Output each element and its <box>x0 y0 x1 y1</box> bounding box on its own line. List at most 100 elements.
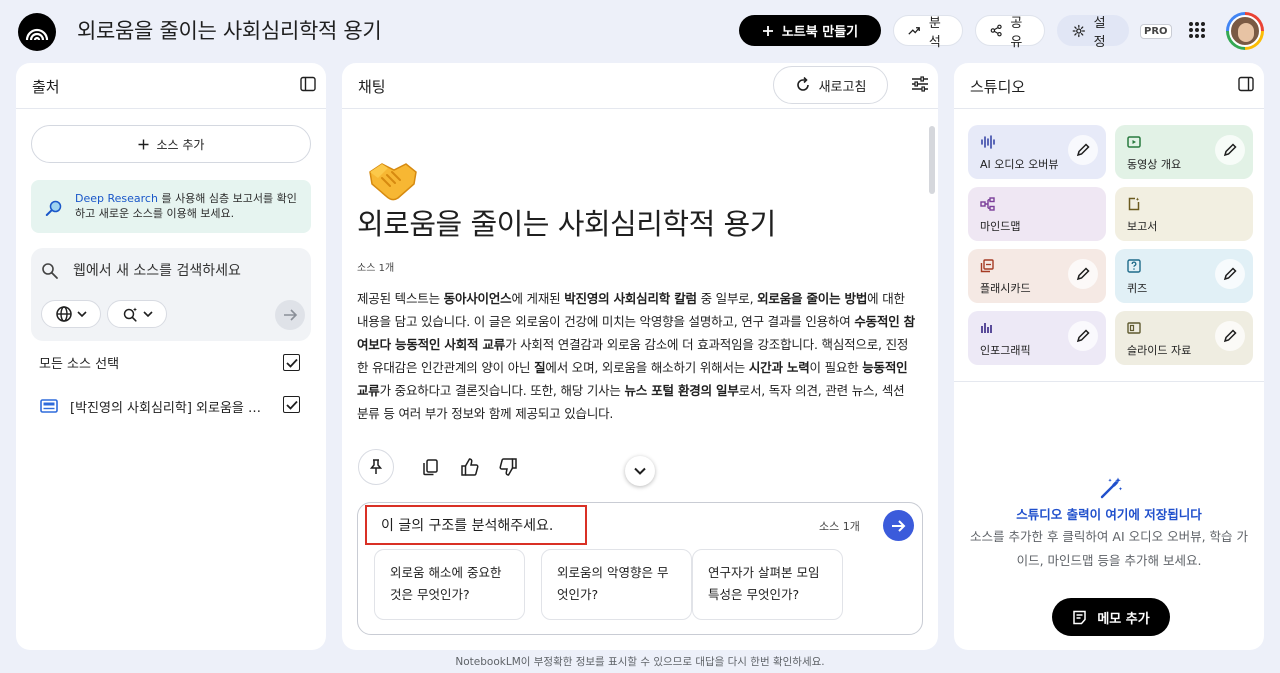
studio-card-mindmap[interactable]: 마인드맵 <box>968 187 1106 241</box>
studio-card-slides[interactable]: 슬라이드 자료 <box>1115 311 1253 365</box>
panel-divider <box>342 108 938 109</box>
studio-card-label: 보고서 <box>1127 220 1158 233</box>
edit-pencil-button[interactable] <box>1068 259 1098 289</box>
audio-waveform-icon <box>980 135 996 149</box>
trending-up-icon <box>908 26 920 35</box>
studio-panel-title: 스튜디오 <box>970 78 1026 96</box>
collapse-sources-panel-icon[interactable] <box>300 76 316 92</box>
user-avatar[interactable] <box>1226 12 1264 50</box>
panel-divider <box>954 108 1264 109</box>
source-name: [박진영의 사회심리학] 외로움을 줄이는 사회심리학적 용기 <box>70 400 266 416</box>
summary-text: 가 중요하다고 결론짓습니다. 또한, 해당 기사는 <box>379 383 625 398</box>
studio-card-infographic[interactable]: 인포그래픽 <box>968 311 1106 365</box>
studio-card-label: AI 오디오 오버뷰 <box>980 158 1059 171</box>
chevron-down-icon <box>142 311 153 318</box>
summary-text: 제공된 텍스트는 <box>357 291 444 306</box>
refresh-label: 새로고침 <box>818 79 867 95</box>
refresh-button[interactable]: 새로고침 <box>773 66 888 104</box>
thumbs-up-button[interactable] <box>452 449 488 485</box>
handshake-emoji-icon <box>368 158 418 202</box>
deep-research-link[interactable]: Deep Research <box>75 192 158 205</box>
suggested-question[interactable]: 외로움 해소에 중요한 것은 무엇인가? <box>374 549 525 620</box>
plus-icon <box>762 25 773 36</box>
pro-badge: PRO <box>1140 24 1172 39</box>
add-source-label: 소스 추가 <box>156 137 205 152</box>
panel-divider <box>16 108 326 109</box>
notebook-summary: 제공된 텍스트는 동아사이언스에 게재된 박진영의 사회심리학 칼럼 중 일부로… <box>357 287 917 425</box>
analyze-button[interactable]: 분석 <box>893 15 963 50</box>
edit-pencil-button[interactable] <box>1215 135 1245 165</box>
copy-button[interactable] <box>412 449 448 485</box>
web-source-search-input[interactable] <box>73 260 298 282</box>
select-all-sources-checkbox[interactable] <box>283 354 300 371</box>
apps-grid-icon[interactable] <box>1188 21 1206 39</box>
chevron-down-icon <box>76 311 87 318</box>
summary-emphasis: 동아사이언스 <box>443 291 512 306</box>
sources-panel-title: 출처 <box>32 78 60 96</box>
save-to-note-button[interactable] <box>358 449 394 485</box>
pencil-icon <box>1076 143 1090 157</box>
edit-pencil-button[interactable] <box>1215 259 1245 289</box>
submit-search-button[interactable] <box>275 300 305 330</box>
add-source-button[interactable]: 소스 추가 <box>31 125 311 163</box>
chat-message-input[interactable] <box>365 505 587 545</box>
deep-research-text: Deep Research 를 사용해 심층 보고서를 확인하고 새로운 소스를… <box>75 192 297 220</box>
pencil-icon <box>1223 143 1237 157</box>
studio-card-label: 퀴즈 <box>1127 282 1148 295</box>
slides-icon <box>1127 321 1141 335</box>
sources-panel: 출처 소스 추가 Deep Research 를 사용해 심층 보고서를 확인하… <box>16 63 326 650</box>
chevron-down-icon <box>634 467 646 475</box>
suggested-question[interactable]: 연구자가 살펴본 모임 특성은 무엇인가? <box>692 549 843 620</box>
report-icon <box>1127 197 1141 211</box>
deep-research-banner[interactable]: Deep Research 를 사용해 심층 보고서를 확인하고 새로운 소스를… <box>31 180 311 233</box>
web-source-type-dropdown[interactable] <box>41 300 101 328</box>
add-memo-button[interactable]: 메모 추가 <box>1052 598 1170 636</box>
flashcard-icon <box>980 259 994 273</box>
note-icon <box>1073 610 1087 624</box>
create-notebook-button[interactable]: 노트북 만들기 <box>739 15 881 46</box>
pencil-icon <box>1223 329 1237 343</box>
copy-icon <box>423 459 438 476</box>
collapse-studio-panel-icon[interactable] <box>1238 76 1254 92</box>
share-button[interactable]: 공유 <box>975 15 1045 50</box>
studio-card-audio-overview[interactable]: AI 오디오 오버뷰 <box>968 125 1106 179</box>
pencil-icon <box>1223 267 1237 281</box>
avatar-photo <box>1229 15 1261 47</box>
edit-pencil-button[interactable] <box>1068 135 1098 165</box>
studio-divider <box>954 381 1264 382</box>
scroll-to-bottom-button[interactable] <box>625 456 655 486</box>
studio-card-report[interactable]: 보고서 <box>1115 187 1253 241</box>
source-checkbox[interactable] <box>283 396 300 413</box>
checkmark-icon <box>285 358 298 368</box>
pencil-icon <box>1076 267 1090 281</box>
refresh-icon <box>796 77 809 91</box>
settings-button[interactable]: 설정 <box>1057 15 1129 50</box>
plus-icon <box>138 139 148 149</box>
studio-card-video-overview[interactable]: 동영상 개요 <box>1115 125 1253 179</box>
notebook-title[interactable]: 외로움을 줄이는 사회심리학적 용기 <box>77 15 382 45</box>
chat-scrollbar[interactable] <box>929 126 935 194</box>
gear-icon <box>1072 24 1085 37</box>
summary-text: 중 일부로, <box>696 291 758 306</box>
summary-emphasis: 뉴스 포털 환경의 일부 <box>624 383 739 398</box>
summary-emphasis: 박진영의 사회심리학 칼럼 <box>564 291 697 306</box>
studio-panel: 스튜디오 AI 오디오 오버뷰 동영상 개요 마인드맵 보고서 플래시카드 퀴즈… <box>954 63 1264 650</box>
arrow-right-icon <box>892 519 906 532</box>
checkmark-icon <box>285 400 298 410</box>
chat-settings-tune-icon[interactable] <box>911 76 929 92</box>
edit-pencil-button[interactable] <box>1068 321 1098 351</box>
summary-text: 에서 오며, 외로움을 해소하기 위해서는 <box>545 360 749 375</box>
studio-card-quiz[interactable]: 퀴즈 <box>1115 249 1253 303</box>
thumbs-down-button[interactable] <box>490 449 526 485</box>
suggested-question[interactable]: 외로움의 악영향은 무엇인가? <box>541 549 692 620</box>
quiz-icon <box>1127 259 1141 273</box>
chat-notebook-title: 외로움을 줄이는 사회심리학적 용기 <box>357 207 776 241</box>
send-message-button[interactable] <box>883 510 914 541</box>
chat-source-count: 소스 1개 <box>357 263 395 274</box>
research-mode-dropdown[interactable] <box>107 300 167 328</box>
edit-pencil-button[interactable] <box>1215 321 1245 351</box>
studio-card-flashcards[interactable]: 플래시카드 <box>968 249 1106 303</box>
source-list-item[interactable]: [박진영의 사회심리학] 외로움을 줄이는 사회심리학적 용기 <box>40 395 276 417</box>
notebooklm-logo-icon[interactable] <box>18 13 56 51</box>
thumbs-down-icon <box>499 458 517 476</box>
